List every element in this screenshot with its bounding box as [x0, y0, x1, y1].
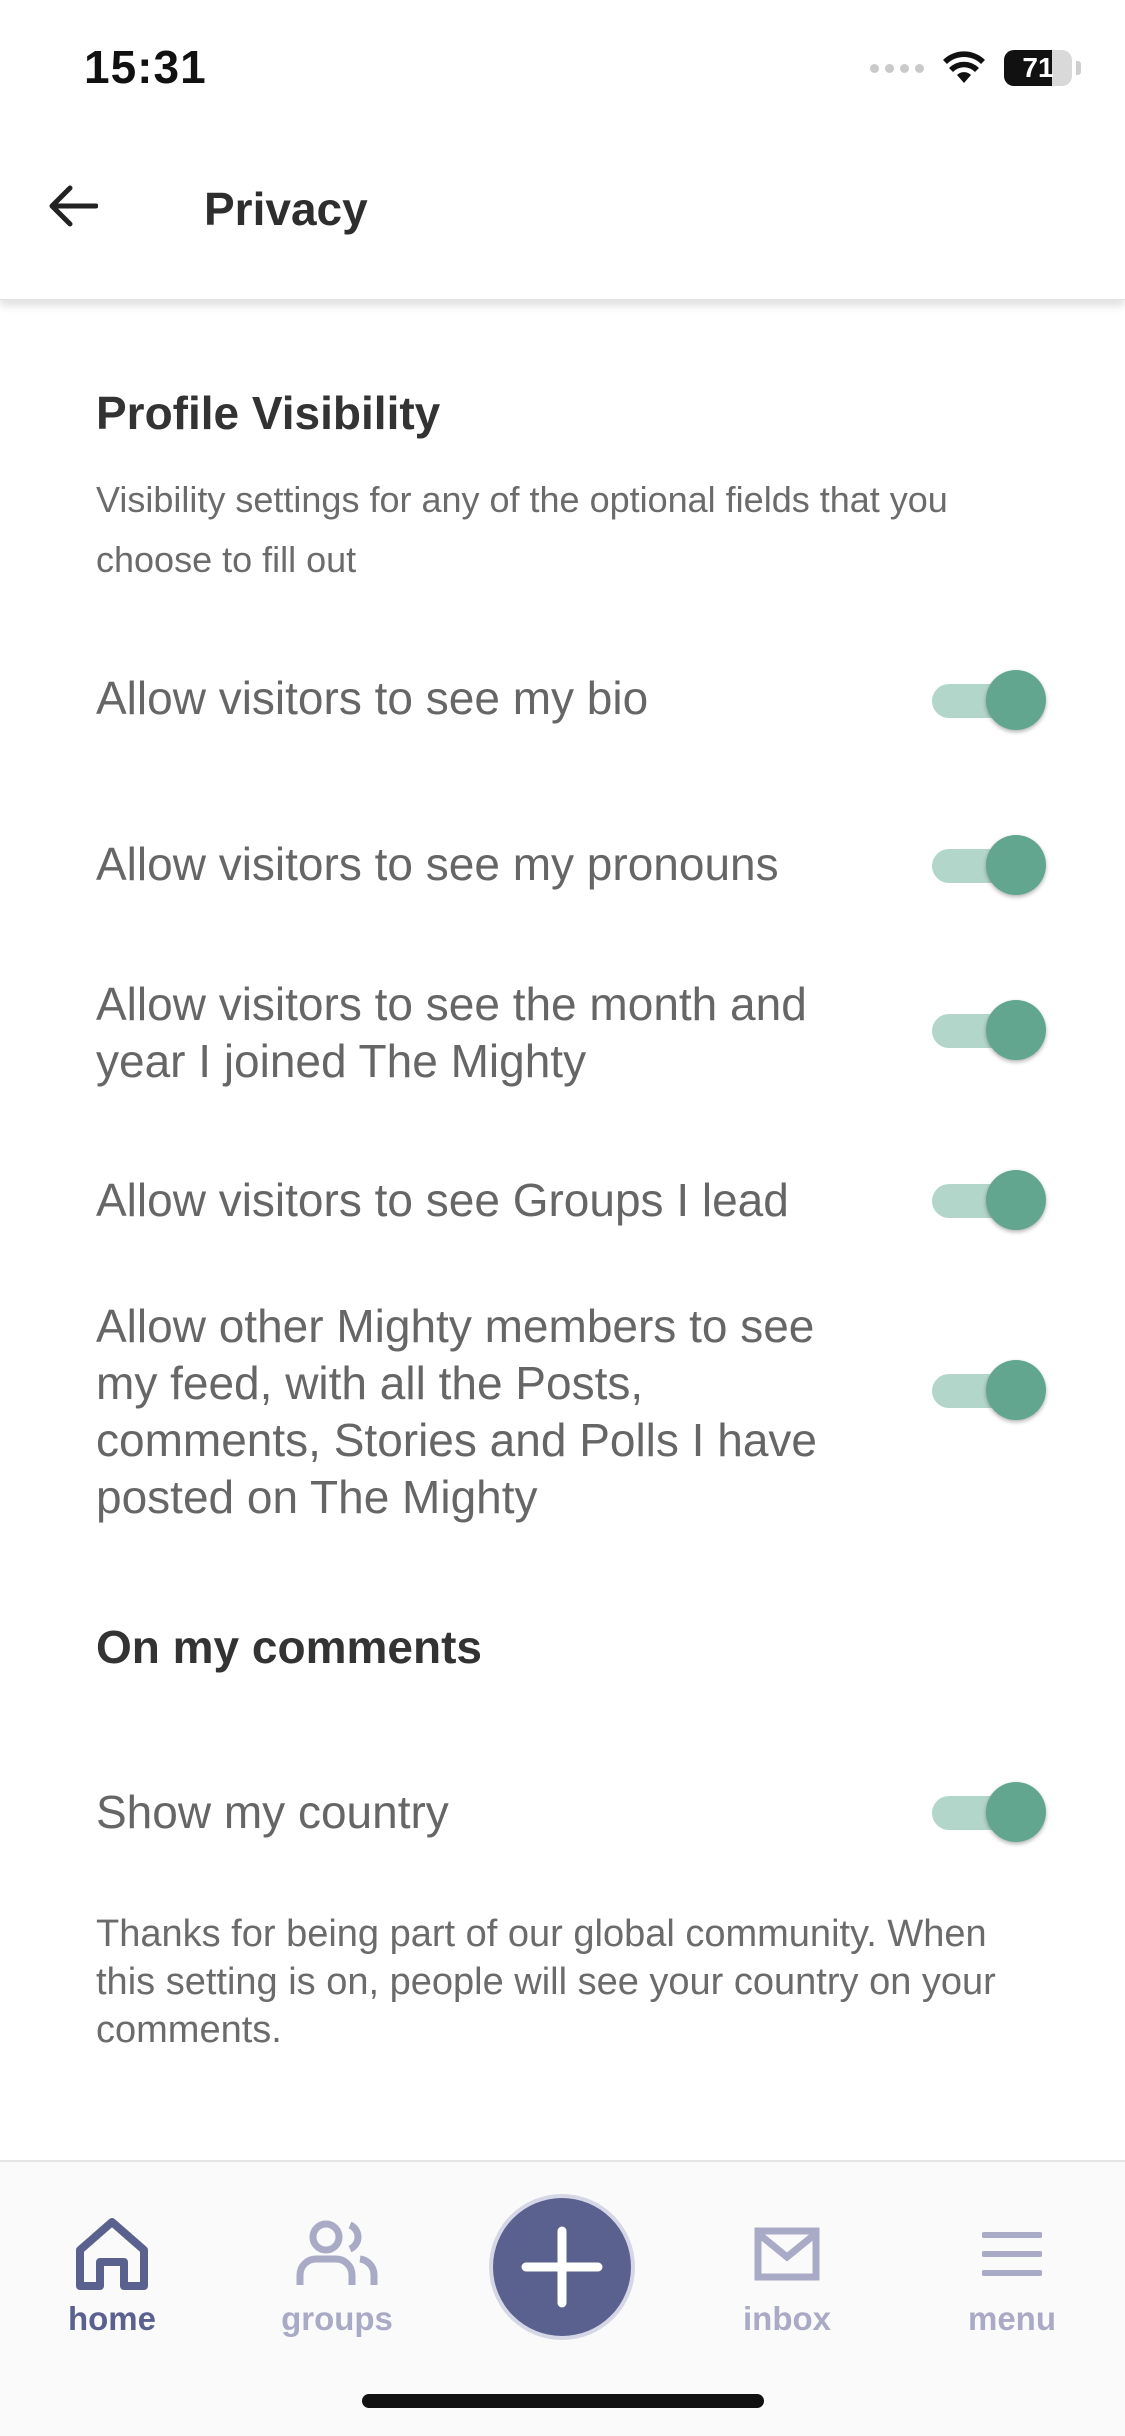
toggle-groups[interactable]	[928, 1170, 1046, 1230]
mail-icon	[754, 2227, 820, 2281]
toggle-knob	[986, 835, 1046, 895]
setting-label-feed: Allow other Mighty members to see my fee…	[96, 1300, 817, 1523]
battery-icon: 71	[1004, 50, 1072, 86]
setting-row-pronouns: Allow visitors to see my pronouns	[96, 830, 1056, 910]
nav-menu-label: menu	[967, 2300, 1056, 2337]
setting-label-bio: Allow visitors to see my bio	[96, 672, 649, 724]
nav-home[interactable]: home	[27, 2214, 197, 2338]
toggle-knob	[986, 1170, 1046, 1230]
battery-level: 71	[1022, 52, 1054, 83]
privacy-screen: 15:31 71 Privacy Profile Visibility Visi…	[0, 0, 1125, 2436]
toggle-bio[interactable]	[928, 670, 1046, 730]
profile-visibility-description: Visibility settings for any of the optio…	[96, 479, 948, 580]
groups-icon	[296, 2220, 378, 2285]
page-title: Privacy	[204, 183, 368, 235]
home-indicator	[362, 2394, 764, 2408]
toggle-knob	[986, 1782, 1046, 1842]
toggle-knob	[986, 670, 1046, 730]
setting-row-bio: Allow visitors to see my bio	[96, 660, 1056, 740]
setting-row-groups: Allow visitors to see Groups I lead	[96, 1170, 1056, 1250]
plus-icon	[521, 2226, 603, 2308]
setting-label-joined-date: Allow visitors to see the month and year…	[96, 978, 807, 1087]
back-button[interactable]	[36, 170, 108, 242]
on-my-comments-title: On my comments	[96, 1621, 482, 1673]
nav-inbox[interactable]: inbox	[702, 2214, 872, 2338]
nav-groups[interactable]: groups	[252, 2214, 422, 2338]
nav-home-label: home	[67, 2300, 156, 2337]
status-bar: 15:31 71	[0, 0, 1125, 140]
signal-dots-icon	[870, 63, 924, 73]
profile-visibility-title: Profile Visibility	[96, 387, 441, 439]
toggle-feed[interactable]	[928, 1360, 1046, 1420]
nav-inbox-label: inbox	[743, 2300, 831, 2337]
toggle-pronouns[interactable]	[928, 835, 1046, 895]
menu-icon	[982, 2232, 1042, 2276]
toggle-joined-date[interactable]	[928, 1000, 1046, 1060]
toggle-knob	[986, 1360, 1046, 1420]
toggle-knob	[986, 1000, 1046, 1060]
arrow-left-icon	[49, 185, 98, 227]
app-header: Privacy	[0, 140, 1125, 300]
setting-row-feed: Allow other Mighty members to see my fee…	[96, 1298, 1056, 1538]
status-icons: 71	[870, 48, 1081, 88]
wifi-icon	[943, 51, 985, 83]
toggle-country[interactable]	[928, 1782, 1046, 1842]
battery-cap	[1076, 61, 1081, 75]
country-note: Thanks for being part of our global comm…	[96, 1913, 996, 2051]
home-icon	[76, 2218, 148, 2290]
setting-row-joined-date: Allow visitors to see the month and year…	[96, 976, 1056, 1106]
setting-label-country: Show my country	[96, 1786, 449, 1838]
setting-label-pronouns: Allow visitors to see my pronouns	[96, 838, 779, 890]
nav-menu[interactable]: menu	[927, 2214, 1097, 2338]
setting-label-groups: Allow visitors to see Groups I lead	[96, 1174, 789, 1226]
setting-row-country: Show my country	[96, 1780, 1056, 1860]
create-post-button[interactable]	[493, 2198, 631, 2336]
status-time: 15:31	[84, 41, 207, 93]
nav-groups-label: groups	[281, 2300, 393, 2337]
